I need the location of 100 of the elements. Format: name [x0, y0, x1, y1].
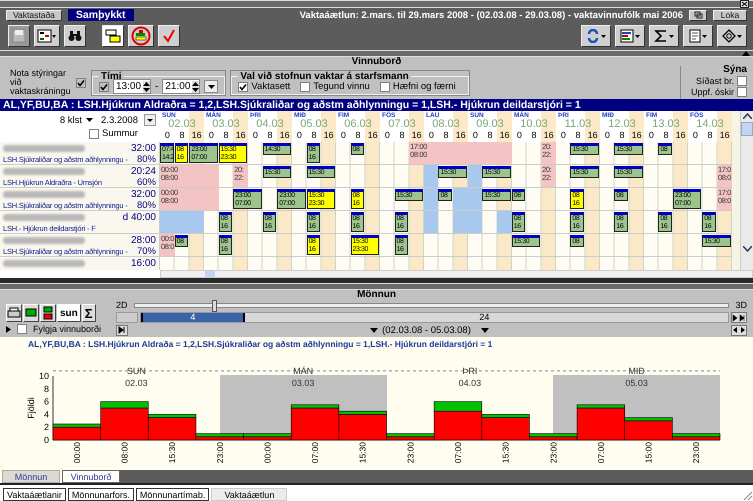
checkbox-label[interactable]: Fylgja vinnuborði: [33, 324, 102, 334]
checkbox[interactable]: [99, 82, 109, 92]
restore-button[interactable]: [689, 10, 707, 20]
sum-menu-button[interactable]: [649, 25, 679, 47]
checkbox-label[interactable]: Summur: [102, 128, 138, 139]
dropdown-button[interactable]: [204, 80, 218, 93]
hour-label: 8: [486, 129, 494, 141]
tab[interactable]: Mönnun: [2, 470, 60, 483]
y-tick-label: 8: [44, 384, 49, 394]
checkbox-label[interactable]: Hæfni og færni: [392, 81, 456, 92]
checkbox[interactable]: [380, 82, 390, 92]
check-button[interactable]: [158, 25, 180, 47]
day-label: MÁN: [293, 366, 314, 376]
y-tick-label: 6: [44, 396, 49, 407]
compare-button[interactable]: [40, 304, 56, 322]
circled-button[interactable]: [128, 25, 154, 47]
tab[interactable]: Vaktaáætlanir: [3, 488, 66, 501]
hour-label: 0: [296, 129, 303, 141]
caret-icon: [635, 34, 640, 38]
close-button[interactable]: Loka: [713, 10, 747, 20]
horizontal-scrollbar[interactable]: [160, 270, 753, 278]
binoculars-button[interactable]: [64, 25, 86, 47]
x-tick-label: 23:00: [405, 442, 416, 464]
document-menu-button[interactable]: [683, 25, 713, 47]
hour-label: 8: [398, 129, 406, 141]
period-dropdown[interactable]: (02.03.08 - 05.03.08): [382, 324, 489, 336]
list-menu-button[interactable]: [615, 25, 645, 47]
date-label: 08.03: [431, 119, 461, 129]
time-field[interactable]: 21:00: [162, 79, 200, 94]
next-button[interactable]: [731, 312, 747, 323]
checkbox[interactable]: [737, 76, 747, 86]
window-button[interactable]: [102, 25, 124, 47]
checkbox[interactable]: [89, 128, 99, 138]
scroll-thumb[interactable]: [741, 122, 753, 136]
time-field[interactable]: 13:00: [113, 79, 152, 94]
refresh-menu-button[interactable]: [581, 25, 611, 47]
vertical-scrollbar[interactable]: [740, 111, 753, 142]
checkbox[interactable]: [300, 82, 310, 92]
checkbox[interactable]: [17, 324, 27, 334]
checkbox-label[interactable]: Síðast br.: [696, 76, 734, 86]
checkbox[interactable]: [238, 82, 248, 92]
checkbox[interactable]: [737, 86, 747, 96]
screen-button[interactable]: [23, 304, 39, 322]
gear-menu-button[interactable]: [717, 25, 747, 47]
tab[interactable]: Mönnunartímab.: [136, 488, 210, 501]
scroll-down-icon[interactable]: [742, 246, 752, 252]
hours-total: 32:00: [130, 143, 156, 154]
checkbox-label[interactable]: Tegund vinnu: [313, 81, 370, 92]
prev-next-button[interactable]: [731, 324, 748, 336]
sum-button[interactable]: Σ: [82, 304, 96, 322]
resize-grip-icon[interactable]: [741, 489, 753, 501]
percent-label: 80%: [136, 200, 156, 211]
slider-thumb[interactable]: [212, 300, 217, 312]
date-dropdown[interactable]: 2.3.2008: [101, 114, 156, 126]
expand-icon[interactable]: [6, 326, 11, 332]
checkbox-label[interactable]: Vaktasett: [251, 81, 290, 92]
option-label: Nota stýringar við vaktaskráningu: [10, 69, 70, 96]
step-button[interactable]: [116, 324, 128, 336]
spinner-icon[interactable]: [192, 80, 200, 92]
status-button[interactable]: Vaktastaða: [6, 10, 62, 20]
date-label: 10.03: [519, 119, 549, 129]
date-label: 05.03: [625, 378, 648, 388]
employee-cell[interactable]: 16:00: [0, 257, 160, 270]
caret-icon[interactable]: [370, 328, 378, 332]
circled-stack-icon: [131, 26, 151, 46]
hour-label: 8: [662, 129, 670, 141]
hour-label: 0: [428, 129, 435, 141]
tab[interactable]: Mönnunarfors.: [68, 488, 134, 501]
hour-label: 0: [340, 129, 347, 141]
hour-label: 0: [472, 129, 479, 141]
date-label: 02.03: [167, 119, 197, 129]
date-label: 09.03: [475, 119, 505, 129]
checkbox-label[interactable]: Uppf. óskir: [690, 86, 734, 96]
hour-label: 16: [278, 129, 291, 141]
range-selection[interactable]: 4: [141, 313, 245, 322]
print-button[interactable]: [6, 304, 22, 322]
x-tick-label: 07:00: [596, 442, 606, 464]
list-icon: [620, 29, 634, 43]
hour-label: 16: [234, 129, 247, 141]
tab[interactable]: Vaktaáætlun: [211, 488, 288, 501]
scroll-up-icon[interactable]: [742, 113, 752, 119]
interval-dropdown[interactable]: 8 klst: [60, 114, 94, 126]
close-icon[interactable]: [740, 0, 749, 8]
save-icon: [12, 29, 26, 43]
hour-label: 8: [222, 129, 230, 141]
date-label: 03.03: [211, 119, 241, 129]
splitter-bar[interactable]: [0, 283, 753, 290]
monitor-icon: [25, 308, 37, 318]
show-title: Sýna: [723, 64, 747, 75]
tab[interactable]: Vinnuborð: [62, 470, 120, 483]
checkbox[interactable]: [76, 78, 86, 88]
hour-label: 16: [190, 129, 203, 141]
grid-button[interactable]: [34, 25, 60, 47]
x-tick-label: 00:00: [262, 442, 272, 464]
panel-title: Mönnun: [0, 290, 753, 300]
hour-label: 0: [516, 129, 523, 141]
hour-label: 8: [618, 129, 626, 141]
spinner-icon[interactable]: [143, 80, 150, 92]
scroll-thumb[interactable]: [205, 271, 215, 277]
sun-button[interactable]: sun: [57, 304, 81, 322]
